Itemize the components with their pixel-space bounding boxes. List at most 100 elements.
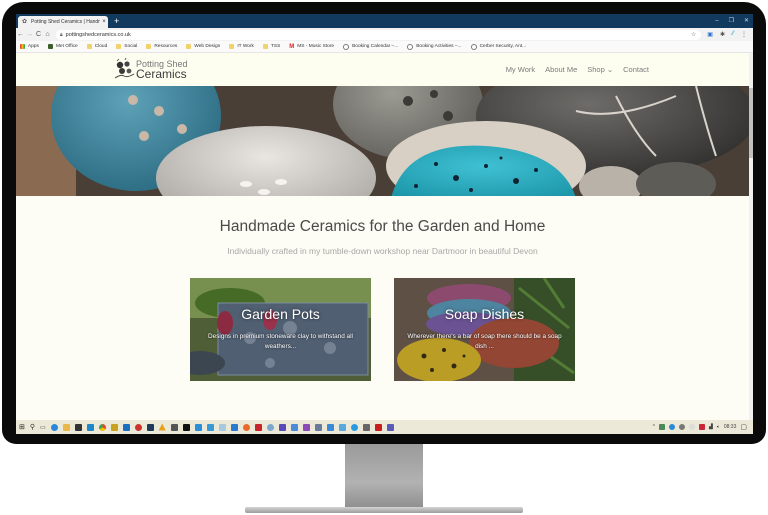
card-description: Wherever there's a bar of soap there sho… <box>407 333 562 350</box>
app-icon[interactable] <box>218 423 226 431</box>
nav-contact[interactable]: Contact <box>623 65 649 74</box>
clock[interactable]: 08:33 <box>724 424 737 430</box>
home-button[interactable]: ⌂ <box>43 31 52 38</box>
logo-line-2: Ceramics <box>136 67 187 81</box>
app-icon[interactable] <box>374 423 382 431</box>
site-favicon-icon: ✿ <box>22 18 28 25</box>
search-icon[interactable]: ⚲ <box>30 423 35 431</box>
card-garden-pots[interactable]: Garden Pots Designs in premium stoneware… <box>190 278 371 381</box>
firefox-icon[interactable] <box>242 423 250 431</box>
url-text: pottingshedceramics.co.uk <box>65 31 131 38</box>
card-overlay <box>190 278 371 381</box>
tray-chevron-icon[interactable]: ^ <box>653 424 655 430</box>
visual-studio-icon[interactable] <box>302 423 310 431</box>
bookmark-star-icon[interactable]: ☆ <box>691 31 696 38</box>
bookmark-it-work[interactable]: IT Work <box>229 44 254 49</box>
onedrive-icon[interactable] <box>668 424 675 430</box>
pen-app-icon[interactable] <box>362 423 370 431</box>
folder-icon <box>146 44 152 49</box>
app-icon[interactable] <box>134 423 142 431</box>
bookmark-apps[interactable]: Apps <box>20 44 39 49</box>
app-icon[interactable] <box>350 423 358 431</box>
nav-about-me[interactable]: About Me <box>545 65 577 74</box>
tray-app-icon[interactable] <box>688 424 695 430</box>
bookmark-music-store[interactable]: M MS - Music Store <box>289 44 334 50</box>
minimize-button[interactable]: – <box>715 14 718 28</box>
windows-taskbar: ⊞ ⚲ ▭ ^ ▟ 🔈︎ 08:33 ▢ <box>16 420 753 434</box>
app-icon[interactable] <box>110 423 118 431</box>
card-title: Soap Dishes <box>444 306 525 322</box>
vscode-icon[interactable] <box>230 423 238 431</box>
app-icon[interactable] <box>290 423 298 431</box>
checkmark-app-icon[interactable] <box>206 423 214 431</box>
store-icon[interactable] <box>74 423 82 431</box>
page-scrollbar[interactable] <box>749 53 753 420</box>
site-logo[interactable]: Potting Shed Ceramics <box>113 58 188 80</box>
restore-button[interactable]: ❐ <box>729 14 734 28</box>
browser-tab-bar: ✿ Potting Shed Ceramics | Handma × + – ❐… <box>16 14 753 28</box>
bookmark-resources[interactable]: Resources <box>146 44 177 49</box>
folder-icon <box>116 44 122 49</box>
outlook-icon[interactable] <box>122 423 130 431</box>
bookmark-cloud[interactable]: Cloud <box>86 44 107 49</box>
tray-app-icon[interactable] <box>678 424 685 430</box>
screen: ✿ Potting Shed Ceramics | Handma × + – ❐… <box>16 14 753 434</box>
bookmark-tss[interactable]: TSS <box>262 44 280 49</box>
puzzle-extensions-icon[interactable]: ✱ <box>720 31 725 38</box>
network-icon[interactable]: ▟ <box>709 424 713 430</box>
hero-image <box>16 86 753 196</box>
tray-app-icon[interactable] <box>658 424 665 430</box>
app-icon[interactable] <box>146 423 154 431</box>
wordpress-icon <box>407 43 414 50</box>
extensions: ▣ ✱ ⁄⁄ ⋮ <box>707 31 747 38</box>
chrome-icon[interactable] <box>98 423 106 431</box>
close-window-button[interactable]: ✕ <box>744 14 749 28</box>
site-header: Potting Shed Ceramics My Work About Me S… <box>16 53 753 86</box>
app-icon[interactable] <box>314 423 322 431</box>
app-icon[interactable] <box>194 423 202 431</box>
bookmark-booking-calendar[interactable]: Booking Calendar –... <box>343 43 398 50</box>
card-soap-dishes[interactable]: Soap Dishes Wherever there's a bar of so… <box>394 278 575 381</box>
volume-icon[interactable]: 🔈︎ <box>717 424 720 430</box>
file-explorer-icon[interactable] <box>62 423 70 431</box>
address-toolbar: ← → C ⌂ 🔒︎ pottingshedceramics.co.uk ☆ ▣… <box>16 28 753 41</box>
acrobat-icon[interactable] <box>254 423 262 431</box>
mail-icon[interactable] <box>86 423 94 431</box>
task-view-icon[interactable]: ▭ <box>40 424 46 431</box>
extension-icon[interactable]: ▣ <box>707 31 713 38</box>
wordpress-icon <box>470 43 477 50</box>
back-button[interactable]: ← <box>16 31 25 38</box>
app-icon[interactable] <box>278 423 286 431</box>
scrollbar-thumb[interactable] <box>749 88 753 158</box>
card-description: Designs in premium stoneware clay to wit… <box>208 333 353 350</box>
bookmark-web-design[interactable]: Web Design <box>186 44 220 49</box>
app-icon[interactable] <box>170 423 178 431</box>
forward-button[interactable]: → <box>25 31 34 38</box>
new-tab-button[interactable]: + <box>114 15 119 27</box>
nav-my-work[interactable]: My Work <box>506 65 535 74</box>
bookmark-booking-activities[interactable]: Booking Activities –... <box>407 43 462 50</box>
nav-shop[interactable]: Shop ⌄ <box>587 65 613 74</box>
reload-button[interactable]: C <box>34 31 43 38</box>
windows-start-icon[interactable]: ⊞ <box>19 423 25 431</box>
notifications-icon[interactable]: ▢ <box>740 423 747 431</box>
monitor-stand-base <box>245 507 523 513</box>
extension-stripes-icon[interactable]: ⁄⁄ <box>732 31 734 38</box>
taskbar-icons: ⊞ ⚲ ▭ <box>16 423 394 431</box>
app-icon[interactable] <box>266 423 274 431</box>
app-icon[interactable] <box>182 423 190 431</box>
bookmark-met-office[interactable]: Met Office <box>47 44 78 49</box>
vlc-icon[interactable] <box>158 423 166 431</box>
bookmark-social[interactable]: Social <box>116 44 137 49</box>
url-bar[interactable]: 🔒︎ pottingshedceramics.co.uk ☆ <box>56 29 702 40</box>
bookmarks-bar: Apps Met Office Cloud Social Resources W… <box>16 41 753 53</box>
app-icon[interactable] <box>338 423 346 431</box>
teams-icon[interactable] <box>386 423 394 431</box>
tray-app-icon[interactable] <box>698 424 705 430</box>
bookmark-cerber-security[interactable]: Cerber Security, Ant... <box>470 43 526 50</box>
browser-menu-icon[interactable]: ⋮ <box>741 31 747 38</box>
edge-icon[interactable] <box>50 423 58 431</box>
app-icon[interactable] <box>326 423 334 431</box>
tab-close-icon[interactable]: × <box>100 19 108 25</box>
browser-tab[interactable]: ✿ Potting Shed Ceramics | Handma × <box>18 16 108 28</box>
